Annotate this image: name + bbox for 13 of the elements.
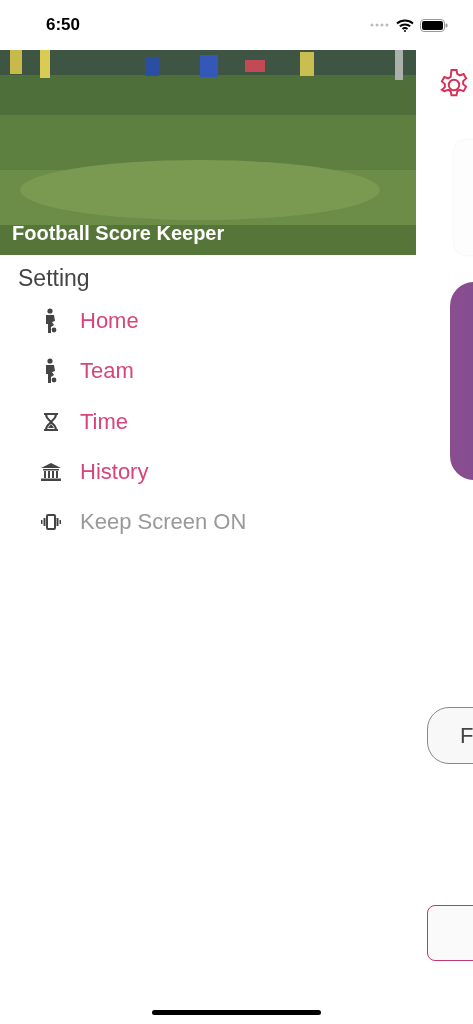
battery-icon: [420, 18, 448, 32]
menu-item[interactable]: Team: [0, 346, 416, 397]
menu-item[interactable]: Time: [0, 396, 416, 447]
signal-icon: [370, 23, 390, 27]
pill-button[interactable]: F: [427, 707, 473, 764]
status-time: 6:50: [46, 15, 81, 35]
menu-item[interactable]: History: [0, 446, 416, 498]
app-title: Football Score Keeper: [12, 222, 225, 245]
vibrate-icon: [40, 514, 62, 531]
museum-icon: [40, 463, 62, 482]
section-heading: Setting: [18, 265, 91, 292]
wifi-icon: [396, 18, 414, 32]
menu-item[interactable]: Home: [0, 296, 416, 347]
